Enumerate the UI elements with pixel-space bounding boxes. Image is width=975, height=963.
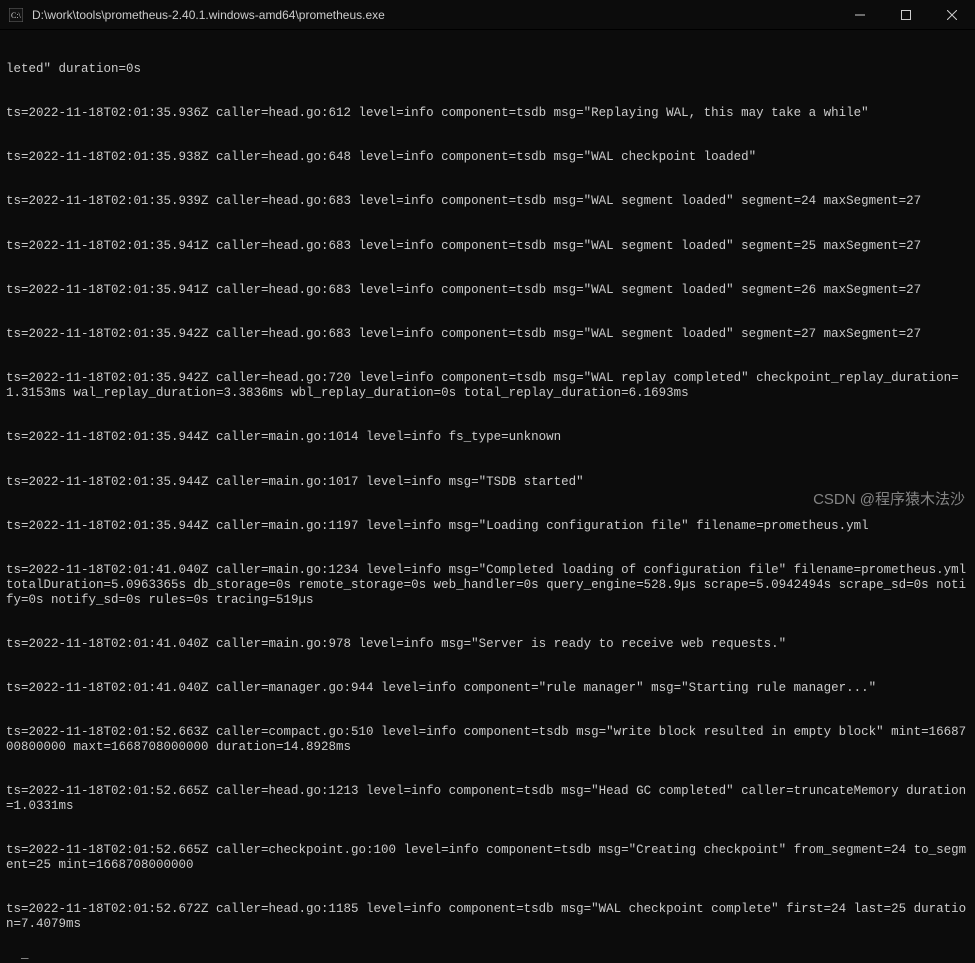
maximize-button[interactable] — [883, 0, 929, 30]
log-line: ts=2022-11-18T02:01:35.941Z caller=head.… — [6, 283, 969, 298]
log-line: ts=2022-11-18T02:01:35.936Z caller=head.… — [6, 106, 969, 121]
log-line: ts=2022-11-18T02:01:41.040Z caller=main.… — [6, 637, 969, 652]
log-line: ts=2022-11-18T02:01:52.672Z caller=head.… — [6, 902, 969, 932]
window-title: D:\work\tools\prometheus-2.40.1.windows-… — [32, 8, 385, 22]
app-icon: C:\ — [8, 7, 24, 23]
minimize-button[interactable] — [837, 0, 883, 30]
log-line: ts=2022-11-18T02:01:35.944Z caller=main.… — [6, 430, 969, 445]
log-line: ts=2022-11-18T02:01:52.665Z caller=check… — [6, 843, 969, 873]
log-line: ts=2022-11-18T02:01:35.944Z caller=main.… — [6, 519, 969, 534]
log-line: ts=2022-11-18T02:01:35.938Z caller=head.… — [6, 150, 969, 165]
log-line: ts=2022-11-18T02:01:35.942Z caller=head.… — [6, 371, 969, 401]
log-line: ts=2022-11-18T02:01:35.939Z caller=head.… — [6, 194, 969, 209]
log-line: ts=2022-11-18T02:01:41.040Z caller=manag… — [6, 681, 969, 696]
terminal-output[interactable]: leted" duration=0s ts=2022-11-18T02:01:3… — [0, 30, 975, 963]
svg-text:C:\: C:\ — [11, 11, 22, 20]
log-line: ts=2022-11-18T02:01:41.040Z caller=main.… — [6, 563, 969, 607]
cursor: _ — [21, 947, 29, 962]
window-controls — [837, 0, 975, 30]
log-line: ts=2022-11-18T02:01:35.944Z caller=main.… — [6, 475, 969, 490]
log-line: ts=2022-11-18T02:01:35.942Z caller=head.… — [6, 327, 969, 342]
log-line: ts=2022-11-18T02:01:35.941Z caller=head.… — [6, 239, 969, 254]
log-line: ts=2022-11-18T02:01:52.663Z caller=compa… — [6, 725, 969, 755]
close-button[interactable] — [929, 0, 975, 30]
window-titlebar: C:\ D:\work\tools\prometheus-2.40.1.wind… — [0, 0, 975, 30]
log-line: leted" duration=0s — [6, 62, 969, 77]
log-line: ts=2022-11-18T02:01:52.665Z caller=head.… — [6, 784, 969, 814]
titlebar-left: C:\ D:\work\tools\prometheus-2.40.1.wind… — [0, 7, 385, 23]
